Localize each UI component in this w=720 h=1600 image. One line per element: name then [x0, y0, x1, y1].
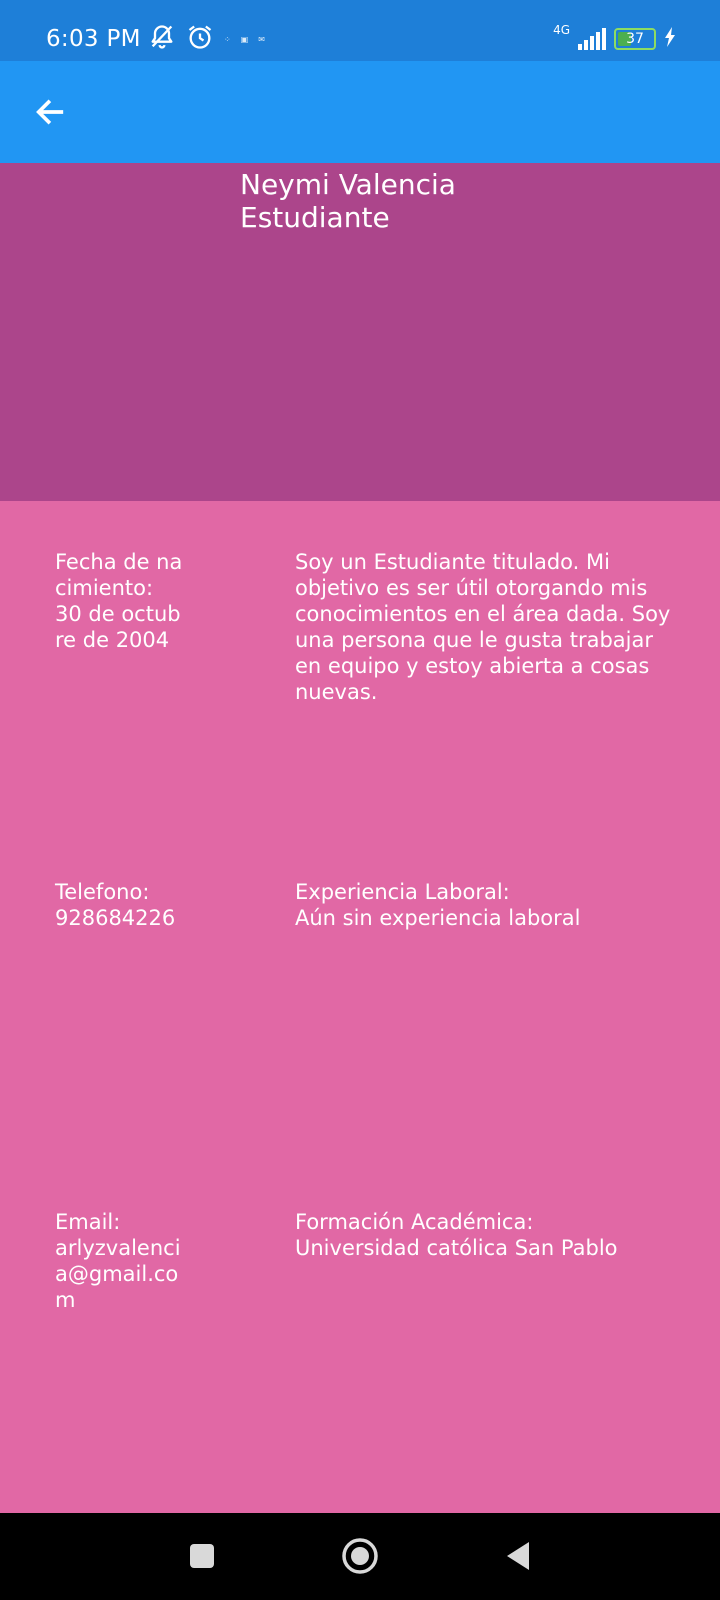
status-bar: 6:03 PM ⁘ ▣ ✉ 4G 37 [0, 0, 720, 61]
circle-icon [342, 1538, 378, 1574]
profile-details: Fecha de nacimiento: 30 de octubre de 20… [0, 501, 720, 1513]
education-value: Universidad católica San Pablo [295, 1236, 618, 1260]
phone-label: Telefono: [55, 880, 150, 904]
muted-bell-icon [148, 23, 176, 55]
app-bar [0, 61, 720, 163]
phone-value: 928684226 [55, 906, 176, 930]
email-label: Email: [55, 1210, 121, 1234]
mail-notification-icon: ✉ [258, 34, 265, 44]
app-notification-icon: ▣ [240, 34, 249, 44]
about-block: Soy un Estudiante titulado. Mi objetivo … [295, 549, 675, 705]
battery-level: 37 [626, 31, 644, 47]
experience-label: Experiencia Laboral: [295, 880, 510, 904]
signal-icon [578, 28, 606, 50]
notification-dot-icon: ⁘ [224, 34, 231, 44]
system-navigation-bar [0, 1513, 720, 1600]
profile-header: Neymi Valencia Estudiante [0, 163, 720, 501]
profile-role: Estudiante [240, 201, 390, 234]
birth-date-label: Fecha de nacimiento: [55, 550, 183, 600]
email-value: arlyzvalencia@gmail.com [55, 1236, 181, 1312]
square-icon [190, 1544, 214, 1568]
network-type: 4G [553, 23, 570, 37]
charging-icon [664, 27, 676, 51]
email-block: Email: arlyzvalencia@gmail.com [55, 1209, 187, 1313]
phone-block: Telefono: 928684226 [55, 879, 187, 931]
back-button[interactable] [28, 90, 72, 134]
experience-block: Experiencia Laboral: Aún sin experiencia… [295, 879, 675, 931]
status-icons-left: ⁘ ▣ ✉ [148, 22, 265, 56]
status-icons-right: 4G 37 [553, 22, 676, 56]
about-text: Soy un Estudiante titulado. Mi objetivo … [295, 550, 671, 704]
status-time: 6:03 PM [46, 26, 141, 52]
profile-name: Neymi Valencia [240, 168, 456, 201]
birth-date-value: 30 de octubre de 2004 [55, 602, 181, 652]
triangle-back-icon [507, 1542, 529, 1570]
back-nav-button[interactable] [498, 1536, 538, 1576]
education-block: Formación Académica: Universidad católic… [295, 1209, 675, 1261]
birth-date-block: Fecha de nacimiento: 30 de octubre de 20… [55, 549, 187, 653]
education-label: Formación Académica: [295, 1210, 534, 1234]
alarm-icon [186, 23, 214, 55]
arrow-left-icon [36, 99, 64, 125]
experience-value: Aún sin experiencia laboral [295, 906, 581, 930]
recent-apps-button[interactable] [182, 1536, 222, 1576]
home-button[interactable] [340, 1536, 380, 1576]
battery-icon: 37 [614, 28, 656, 50]
